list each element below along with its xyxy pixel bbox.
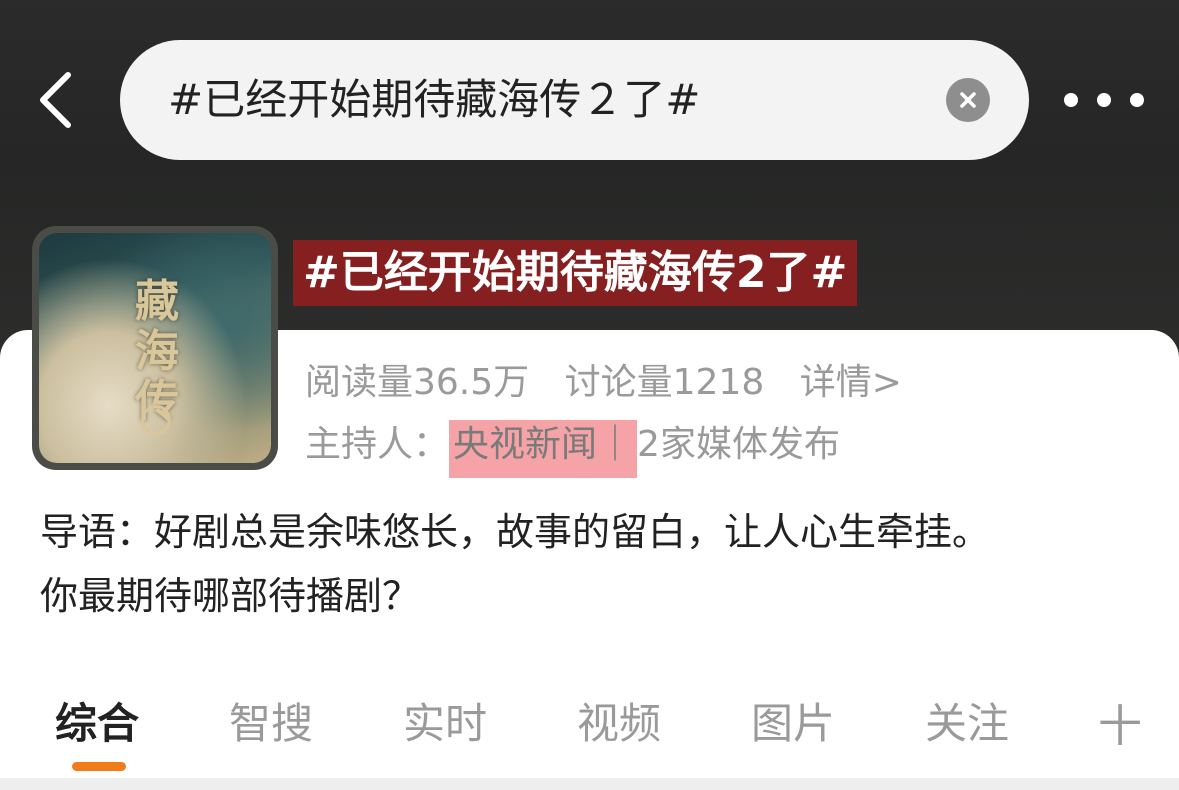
topic-cover[interactable]: 藏海传 [32, 226, 278, 470]
tab-images[interactable]: 图片 [751, 690, 835, 751]
host-highlight[interactable]: 央视新闻｜ [449, 420, 638, 478]
topic-stats: 阅读量36.5万 讨论量1218 详情> [305, 360, 926, 406]
more-options-button[interactable] [1064, 82, 1144, 118]
more-dot-icon [1097, 93, 1111, 107]
host-name: 央视新闻 [453, 424, 598, 465]
chevron-left-icon [40, 72, 71, 128]
intro-line: 导语：好剧总是余味悠长，故事的留白，让人心生牵挂。 [40, 510, 991, 554]
host-separator: ｜ [597, 424, 634, 465]
bottom-divider [0, 778, 1179, 790]
intro-line: 你最期待哪部待播剧？ [40, 574, 421, 618]
topic-title: #已经开始期待藏海传2了# [293, 240, 858, 306]
tab-comprehensive[interactable]: 综合 [55, 690, 139, 751]
host-info: 主持人： 央视新闻｜ 2家媒体发布 [305, 420, 840, 478]
close-icon [960, 92, 976, 108]
tab-following[interactable]: 关注 [925, 690, 1009, 751]
host-media-count[interactable]: 2家媒体发布 [637, 424, 840, 465]
add-tab-button[interactable]: 十 [1098, 690, 1142, 754]
discussion-count: 讨论量1218 [564, 362, 765, 403]
tab-smart-search[interactable]: 智搜 [229, 690, 313, 751]
topic-intro: 导语：好剧总是余味悠长，故事的留白，让人心生牵挂。 你最期待哪部待播剧？ [40, 500, 1140, 628]
tab-bar: 综合 智搜 实时 视频 图片 关注 [0, 680, 1179, 760]
back-button[interactable] [30, 68, 80, 132]
more-dot-icon [1130, 93, 1144, 107]
host-label: 主持人： [305, 424, 450, 465]
tab-realtime[interactable]: 实时 [403, 690, 487, 751]
cover-image: 藏海传 [39, 233, 271, 463]
active-tab-indicator [72, 762, 126, 771]
read-count: 阅读量36.5万 [305, 362, 530, 403]
search-bar[interactable]: #已经开始期待藏海传２了# [120, 40, 1029, 160]
more-dot-icon [1064, 93, 1078, 107]
clear-search-button[interactable] [946, 78, 990, 122]
cover-seal-icon [141, 405, 171, 435]
tab-video[interactable]: 视频 [577, 690, 661, 751]
detail-link[interactable]: 详情> [800, 362, 902, 403]
cover-title-text: 藏海传 [135, 276, 179, 427]
search-input[interactable]: #已经开始期待藏海传２了# [168, 40, 700, 160]
